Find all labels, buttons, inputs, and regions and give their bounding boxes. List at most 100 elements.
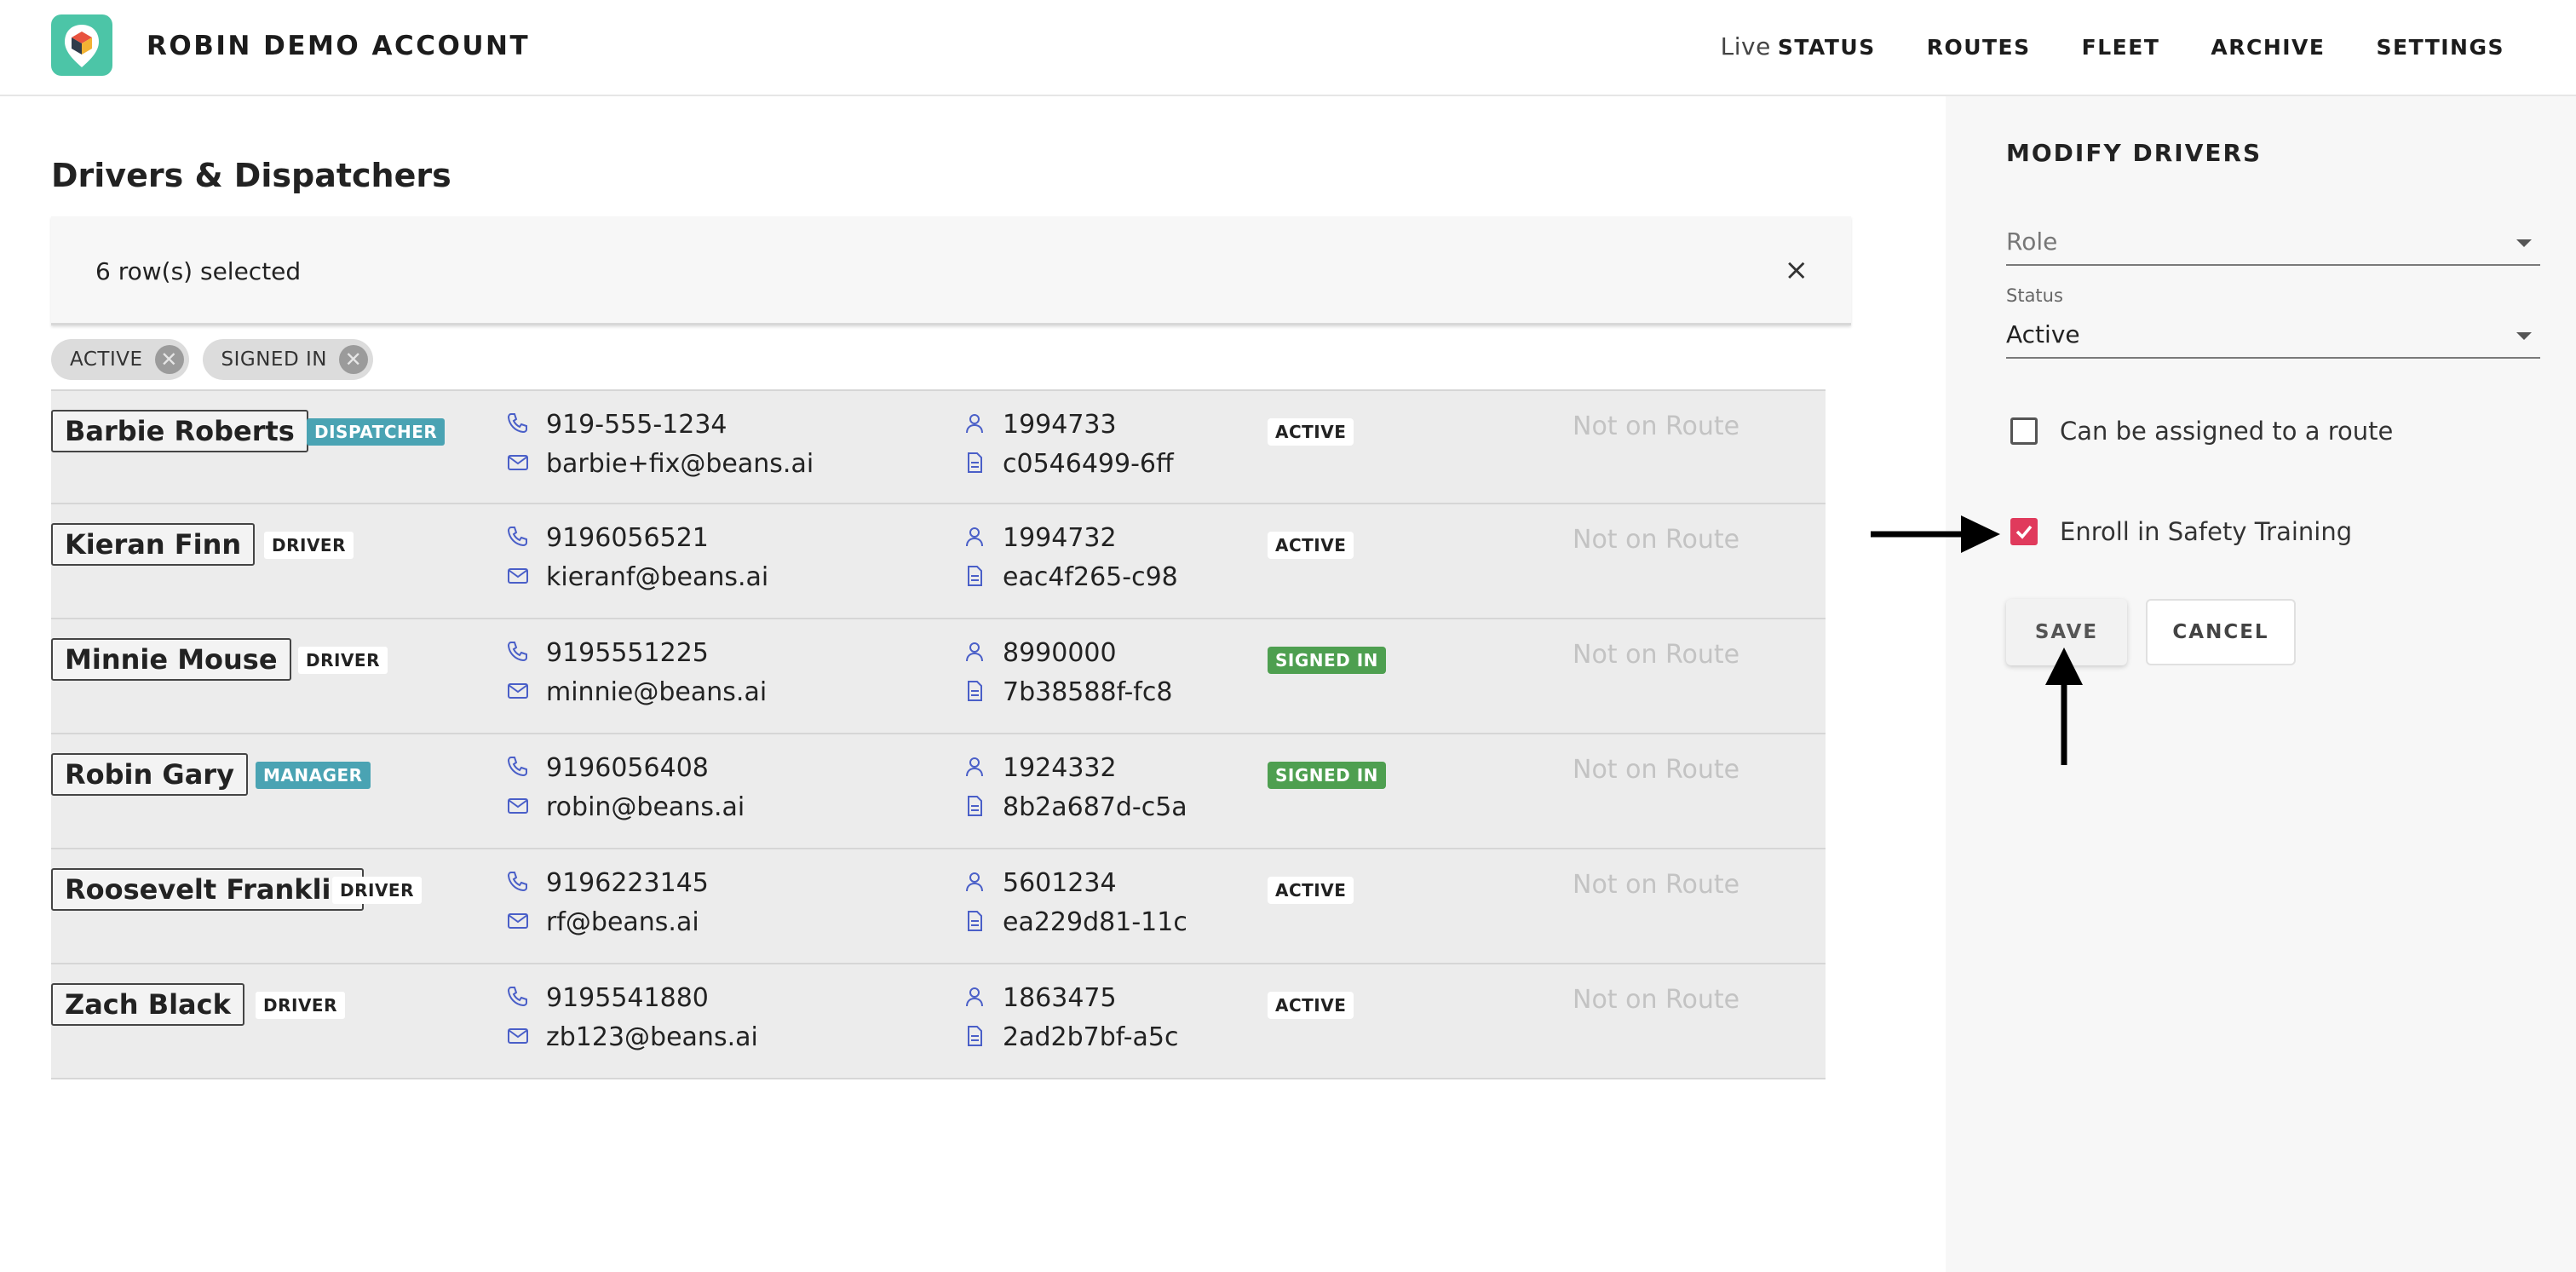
nav-archive[interactable]: ARCHIVE xyxy=(2211,35,2325,60)
checkbox-box-checked[interactable] xyxy=(2010,518,2038,545)
device-code: 2ad2b7bf-a5c xyxy=(1003,1022,1179,1052)
status-value: Active xyxy=(2006,320,2080,348)
driver-name[interactable]: Zach Black xyxy=(51,983,244,1026)
document-icon xyxy=(968,1026,982,1046)
main-nav: Live STATUS ROUTES FLEET ARCHIVE SETTINGS xyxy=(1721,32,2504,60)
table-row[interactable]: Zach Black DRIVER 9195541880 zb123@beans.ai… xyxy=(51,964,1826,1079)
arrow-up-icon xyxy=(2045,648,2083,765)
dropdown-caret-icon xyxy=(2516,332,2532,340)
table-row[interactable]: Minnie Mouse DRIVER 9195551225 minnie@beans… xyxy=(51,619,1826,734)
driver-name[interactable]: Barbie Roberts xyxy=(51,410,308,452)
app-logo-icon[interactable] xyxy=(51,14,112,76)
email-address: barbie+fix@beans.ai xyxy=(546,449,814,479)
nav-routes[interactable]: ROUTES xyxy=(1927,35,2031,60)
status-badge: ACTIVE xyxy=(1268,877,1354,904)
document-icon xyxy=(968,452,982,473)
cancel-button[interactable]: CANCEL xyxy=(2146,599,2296,665)
nav-live-status[interactable]: Live STATUS xyxy=(1721,32,1876,60)
role-badge: DRIVER xyxy=(264,532,354,559)
person-icon xyxy=(966,414,983,434)
phone-icon xyxy=(507,413,527,434)
table-row[interactable]: Kieran Finn DRIVER 9196056521 kieranf@beans… xyxy=(51,504,1826,619)
panel-title: MODIFY DRIVERS xyxy=(2006,139,2263,167)
phone-number: 9196056521 xyxy=(546,523,709,553)
checkbox-safety-training[interactable]: Enroll in Safety Training xyxy=(2010,517,2352,546)
mail-icon xyxy=(508,1028,528,1044)
driver-id: 1863475 xyxy=(1003,983,1117,1013)
phone-icon xyxy=(507,987,527,1007)
phone-number: 9195551225 xyxy=(546,638,709,668)
nav-live-status-label: STATUS xyxy=(1777,35,1876,60)
phone-number: 919-555-1234 xyxy=(546,410,727,440)
status-badge: SIGNED IN xyxy=(1268,647,1386,674)
role-badge: DRIVER xyxy=(332,877,422,904)
driver-name[interactable]: Robin Gary xyxy=(51,753,248,796)
person-icon xyxy=(966,872,983,892)
route-status: Not on Route xyxy=(1573,985,1740,1015)
nav-settings[interactable]: SETTINGS xyxy=(2376,35,2504,60)
route-status: Not on Route xyxy=(1573,870,1740,900)
document-icon xyxy=(968,566,982,586)
status-label: Status xyxy=(2006,285,2063,306)
driver-id: 5601234 xyxy=(1003,868,1117,898)
checkbox-assignable-route[interactable]: Can be assigned to a route xyxy=(2010,417,2393,446)
route-status: Not on Route xyxy=(1573,412,1740,441)
dropdown-caret-icon xyxy=(2516,239,2532,247)
table-row[interactable]: Robin Gary MANAGER 9196056408 robin@beans.a… xyxy=(51,734,1826,849)
nav-live-prefix: Live xyxy=(1720,32,1771,60)
mail-icon xyxy=(508,683,528,699)
filter-chip-label: SIGNED IN xyxy=(221,348,327,371)
app-page: ROBIN DEMO ACCOUNT Live STATUS ROUTES FLE… xyxy=(0,0,2576,1272)
document-icon xyxy=(968,911,982,931)
person-icon xyxy=(966,987,983,1007)
driver-name[interactable]: Roosevelt Franklin xyxy=(51,868,365,911)
role-placeholder: Role xyxy=(2006,227,2058,256)
phone-number: 9195541880 xyxy=(546,983,709,1013)
mail-icon xyxy=(508,913,528,929)
filter-chips: ACTIVE ✕ SIGNED IN ✕ xyxy=(51,339,373,380)
driver-name[interactable]: Kieran Finn xyxy=(51,523,256,566)
top-bar: ROBIN DEMO ACCOUNT Live STATUS ROUTES FLE… xyxy=(0,0,2576,96)
phone-icon xyxy=(507,872,527,892)
driver-id: 1924332 xyxy=(1003,753,1117,783)
driver-name[interactable]: Minnie Mouse xyxy=(51,638,291,681)
role-badge: MANAGER xyxy=(256,762,371,789)
filter-chip-active: ACTIVE ✕ xyxy=(51,339,189,380)
account-title: ROBIN DEMO ACCOUNT xyxy=(147,31,531,61)
role-badge: DRIVER xyxy=(298,647,388,674)
device-code: 7b38588f-fc8 xyxy=(1003,677,1173,707)
checkbox-box[interactable] xyxy=(2010,417,2038,445)
person-icon xyxy=(966,642,983,662)
selection-count: 6 row(s) selected xyxy=(95,257,302,285)
route-status: Not on Route xyxy=(1573,755,1740,785)
email-address: rf@beans.ai xyxy=(546,907,699,937)
phone-number: 9196056408 xyxy=(546,753,709,783)
email-address: robin@beans.ai xyxy=(546,792,745,822)
phone-icon xyxy=(507,642,527,662)
status-badge: ACTIVE xyxy=(1268,418,1354,446)
table-row[interactable]: Barbie Roberts DISPATCHER 919-555-1234 barb… xyxy=(51,389,1826,504)
checkmark-icon xyxy=(2015,525,2033,539)
nav-fleet[interactable]: FLEET xyxy=(2082,35,2160,60)
mail-icon xyxy=(508,455,528,470)
driver-id: 1994733 xyxy=(1003,410,1117,440)
status-select[interactable]: Active xyxy=(2006,320,2540,359)
status-badge: ACTIVE xyxy=(1268,992,1354,1019)
driver-id: 8990000 xyxy=(1003,638,1117,668)
close-icon[interactable]: × xyxy=(1785,256,1809,285)
phone-number: 9196223145 xyxy=(546,868,709,898)
email-address: zb123@beans.ai xyxy=(546,1022,758,1052)
mail-icon xyxy=(508,798,528,814)
email-address: minnie@beans.ai xyxy=(546,677,768,707)
phone-icon xyxy=(507,527,527,547)
route-status: Not on Route xyxy=(1573,640,1740,670)
chip-remove-icon[interactable]: ✕ xyxy=(154,345,184,374)
document-icon xyxy=(968,681,982,701)
role-select[interactable]: Role xyxy=(2006,227,2540,266)
chip-remove-icon[interactable]: ✕ xyxy=(338,345,368,374)
table-row[interactable]: Roosevelt Franklin DRIVER 9196223145 rf@bea… xyxy=(51,849,1826,964)
arrow-right-icon xyxy=(1871,515,2000,553)
modify-drivers-panel: MODIFY DRIVERS Role Status Active Can be… xyxy=(1946,96,2576,1272)
person-icon xyxy=(966,757,983,777)
person-icon xyxy=(966,527,983,547)
